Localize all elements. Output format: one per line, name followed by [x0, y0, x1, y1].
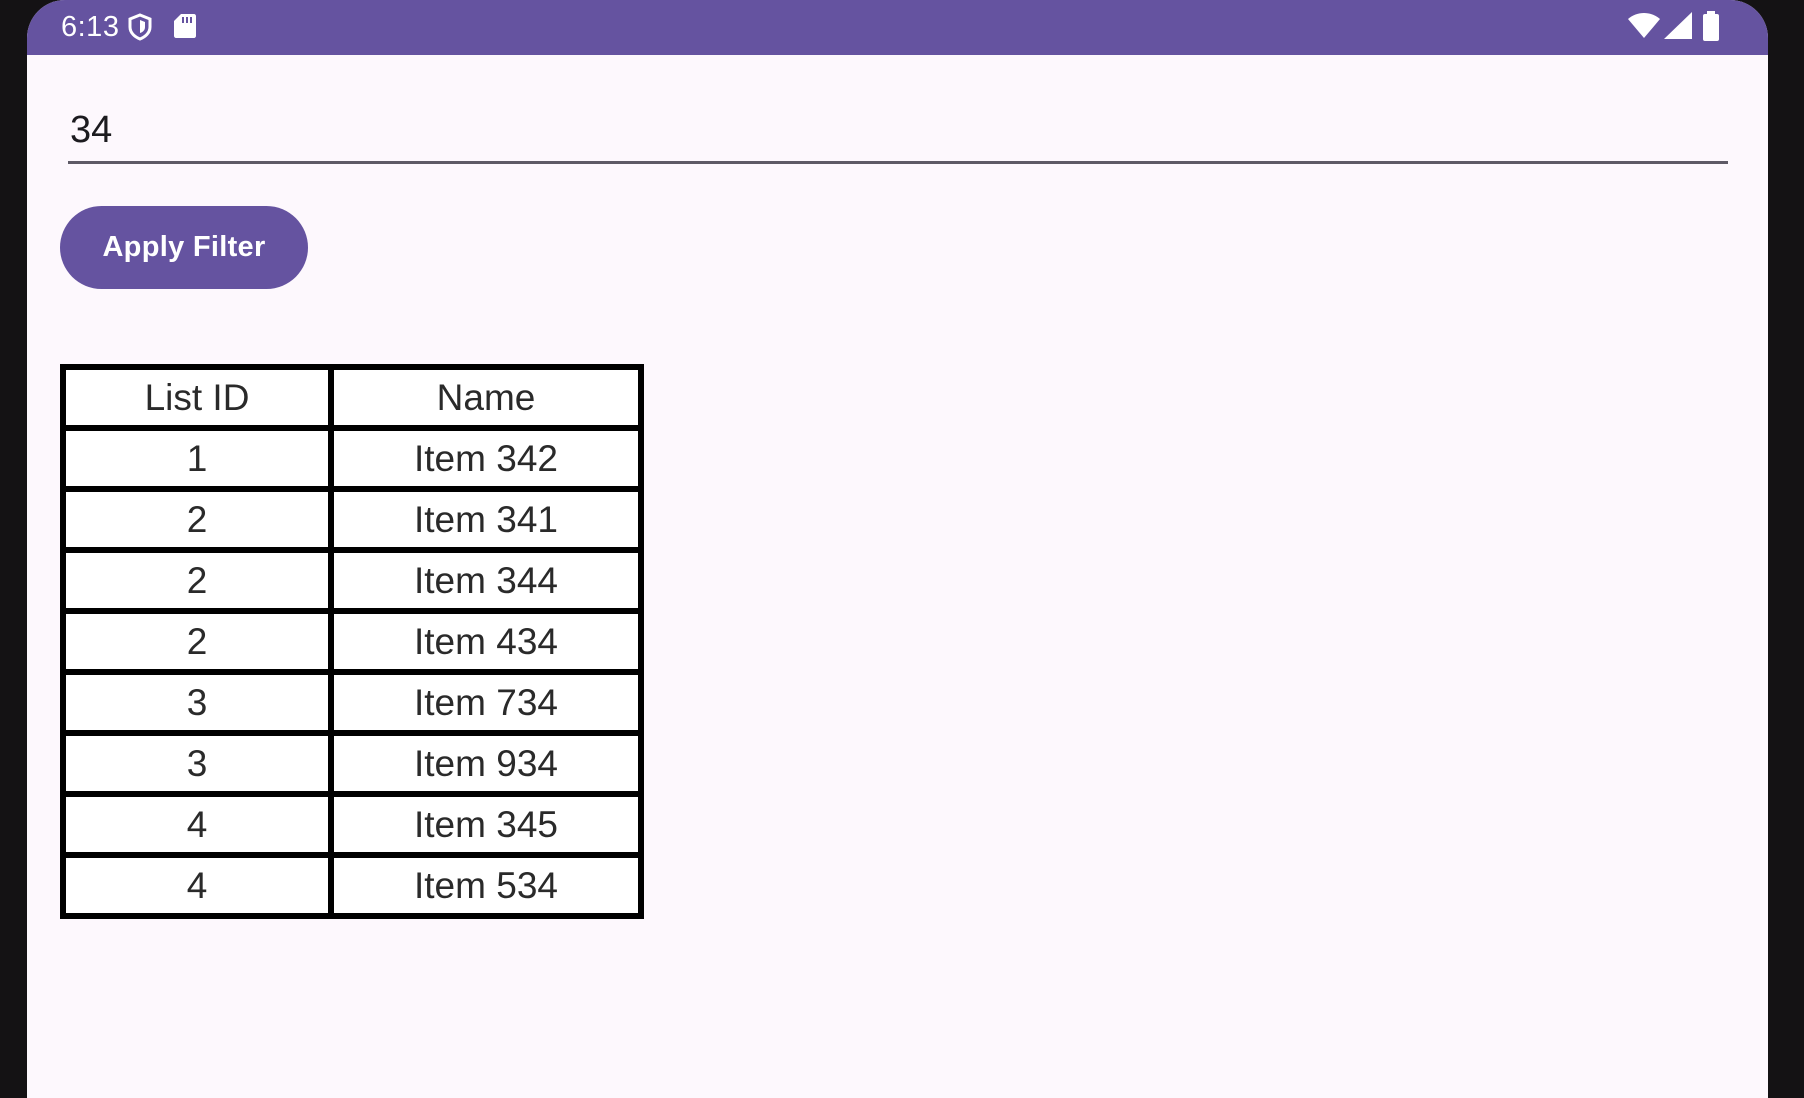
wifi-icon	[1628, 13, 1660, 39]
signal-icon	[1664, 12, 1692, 39]
status-time: 6:13	[61, 11, 120, 43]
table-row: 4 Item 345	[63, 794, 641, 855]
cell-list-id: 2	[63, 550, 331, 611]
table-row: 2 Item 434	[63, 611, 641, 672]
app-screen: 6:13 34 Apply Filter List ID Name 1 Item…	[27, 0, 1768, 1098]
cell-list-id: 2	[63, 611, 331, 672]
cell-list-id: 2	[63, 489, 331, 550]
cell-name: Item 434	[331, 611, 641, 672]
status-bar: 6:13	[27, 0, 1768, 55]
cell-name: Item 342	[331, 428, 641, 489]
cell-list-id: 4	[63, 794, 331, 855]
shield-icon	[127, 13, 153, 41]
cell-list-id: 1	[63, 428, 331, 489]
table-row: 2 Item 341	[63, 489, 641, 550]
cell-name: Item 345	[331, 794, 641, 855]
header-name: Name	[331, 367, 641, 428]
filter-input[interactable]	[68, 100, 1728, 164]
table-row: 3 Item 934	[63, 733, 641, 794]
table-row: 1 Item 342	[63, 428, 641, 489]
cell-name: Item 344	[331, 550, 641, 611]
apply-filter-button[interactable]: Apply Filter	[60, 206, 308, 289]
cell-name: Item 534	[331, 855, 641, 916]
cell-name: Item 341	[331, 489, 641, 550]
table-row: 4 Item 534	[63, 855, 641, 916]
table-row: 2 Item 344	[63, 550, 641, 611]
results-table: List ID Name 1 Item 342 2 Item 341 2 Ite…	[60, 364, 644, 919]
header-list-id: List ID	[63, 367, 331, 428]
table-row: 3 Item 734	[63, 672, 641, 733]
cell-name: Item 934	[331, 733, 641, 794]
table-header-row: List ID Name	[63, 367, 641, 428]
device-frame: 6:13 34 Apply Filter List ID Name 1 Item…	[0, 0, 1804, 1098]
cell-name: Item 734	[331, 672, 641, 733]
cell-list-id: 4	[63, 855, 331, 916]
cell-list-id: 3	[63, 733, 331, 794]
sd-card-icon	[174, 13, 196, 39]
cell-list-id: 3	[63, 672, 331, 733]
battery-icon	[1702, 11, 1720, 41]
